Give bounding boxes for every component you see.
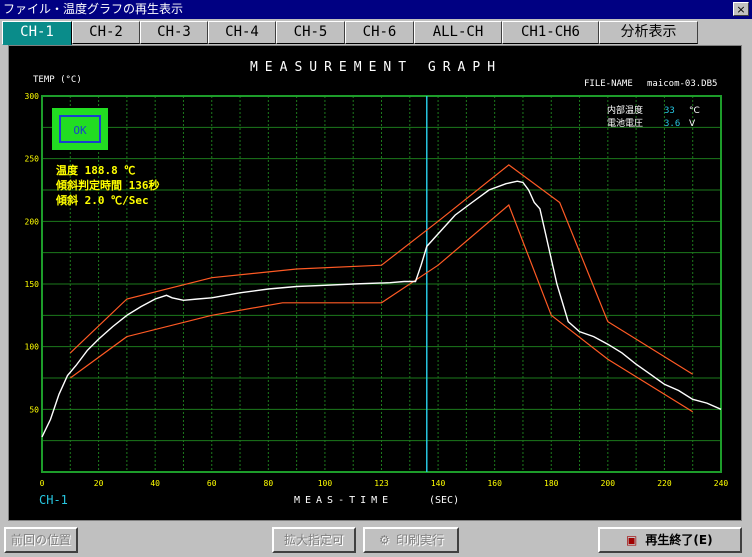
measurement-graph: 0 20 40 60 80 100 123 140 160 180 200 220 240 50 100 15… xyxy=(25,60,729,507)
battery-label: 電池電圧 xyxy=(607,117,643,129)
x-tick-label: 60 xyxy=(207,479,217,488)
channel-tabs: CH-1 CH-2 CH-3 CH-4 CH-5 CH-6 ALL-CH CH1… xyxy=(0,21,752,45)
tab-ch6[interactable]: CH-6 xyxy=(345,21,414,44)
tab-ch5[interactable]: CH-5 xyxy=(276,21,345,44)
tab-analysis[interactable]: 分析表示 xyxy=(599,21,698,44)
x-tick-label: 180 xyxy=(544,479,559,488)
internal-temp-value: 33 xyxy=(664,106,675,116)
file-name-value: maicom-03.DB5 xyxy=(647,79,717,89)
battery-value: 3.6 xyxy=(664,119,680,129)
tab-ch2[interactable]: CH-2 xyxy=(72,21,140,44)
file-name-label: FILE-NAME xyxy=(584,79,633,89)
internal-temp-label: 内部温度 xyxy=(607,104,643,116)
y-tick-label: 200 xyxy=(25,217,40,226)
x-tick-label: 0 xyxy=(40,479,45,488)
zoom-button[interactable]: 拡大指定可 xyxy=(272,527,356,553)
close-button[interactable]: × xyxy=(733,2,749,16)
ok-label: OK xyxy=(73,124,87,137)
y-tick-label: 300 xyxy=(25,92,40,101)
x-tick-label: 140 xyxy=(431,479,446,488)
y-tick-label: 250 xyxy=(25,155,40,164)
x-tick-label: 240 xyxy=(714,479,729,488)
tab-ch4[interactable]: CH-4 xyxy=(208,21,276,44)
y-tick-label: 150 xyxy=(25,280,40,289)
x-tick-label: 100 xyxy=(318,479,333,488)
previous-position-button[interactable]: 前回の位置 xyxy=(4,527,78,553)
window-title: ファイル・温度グラフの再生表示 xyxy=(3,2,184,16)
channel-label: CH-1 xyxy=(39,493,68,507)
x-tick-label: 40 xyxy=(150,479,160,488)
end-playback-icon: ▣ xyxy=(626,533,638,547)
battery-unit: V xyxy=(689,119,696,129)
tab-ch3[interactable]: CH-3 xyxy=(140,21,208,44)
bottom-toolbar: 前回の位置 拡大指定可 ⚙ 印刷実行 ▣ 再生終了(E) xyxy=(0,524,752,557)
print-button[interactable]: ⚙ 印刷実行 xyxy=(363,527,459,553)
reading-slope: 傾斜 2.0 ℃/Sec xyxy=(55,193,149,207)
graph-screen: 0 20 40 60 80 100 123 140 160 180 200 220 240 50 100 15… xyxy=(8,45,742,521)
graph-title: MEASUREMENT GRAPH xyxy=(250,60,502,75)
x-tick-label: 20 xyxy=(94,479,104,488)
y-axis-label: TEMP (°C) xyxy=(33,75,82,85)
end-playback-button[interactable]: ▣ 再生終了(E) xyxy=(598,527,742,553)
title-bar: ファイル・温度グラフの再生表示 × xyxy=(0,0,752,19)
x-tick-label: 160 xyxy=(487,479,502,488)
x-tick-label: 220 xyxy=(657,479,672,488)
y-tick-label: 100 xyxy=(25,343,40,352)
tab-ch1[interactable]: CH-1 xyxy=(2,21,72,45)
tab-ch1-ch6[interactable]: CH1-CH6 xyxy=(502,21,599,44)
reading-temperature: 温度 188.8 ℃ xyxy=(56,163,135,177)
print-icon: ⚙ xyxy=(379,533,390,547)
internal-temp-unit: °C xyxy=(689,106,700,116)
print-label: 印刷実行 xyxy=(395,533,444,547)
end-playback-label: 再生終了(E) xyxy=(645,533,713,547)
x-axis-unit: (SEC) xyxy=(429,495,459,506)
x-tick-label: 200 xyxy=(601,479,616,488)
y-tick-label: 50 xyxy=(29,405,39,414)
x-tick-label: 80 xyxy=(264,479,274,488)
reading-slope-time: 傾斜判定時間 136秒 xyxy=(55,178,160,192)
tab-all-ch[interactable]: ALL-CH xyxy=(414,21,502,44)
x-axis-label: MEAS-TIME xyxy=(294,495,393,506)
x-tick-label: 123 xyxy=(374,479,389,488)
